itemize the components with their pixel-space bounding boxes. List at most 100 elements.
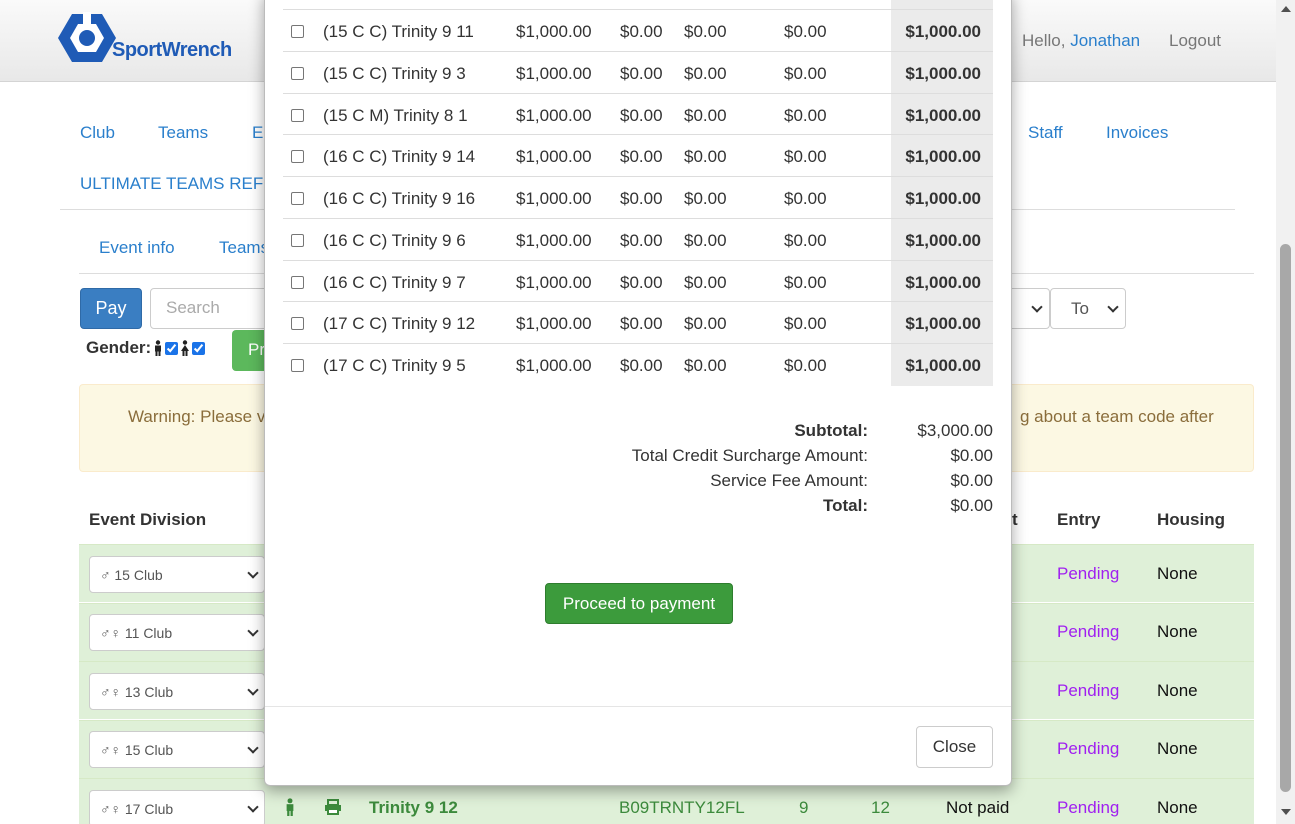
team-age: 9 <box>799 798 809 817</box>
amount-cell: $0.00 <box>784 272 827 292</box>
row-checkbox[interactable] <box>291 359 304 372</box>
amount-cell: $0.00 <box>684 189 727 208</box>
service-fee-label: Service Fee Amount: <box>710 471 868 490</box>
division-select[interactable]: ♂ 15 Club <box>89 556 265 593</box>
chevron-down-icon <box>1107 301 1119 313</box>
warning-text-right: g about a team code after <box>1020 407 1214 426</box>
amount-cell: $0.00 <box>684 63 727 83</box>
amount-cell: $0.00 <box>620 22 663 41</box>
division-value: ♂♀ 11 Club <box>100 624 173 641</box>
row-checkbox[interactable] <box>291 275 304 289</box>
entry-status-link[interactable]: Pending <box>1057 681 1119 701</box>
tab-teams[interactable]: Teams <box>219 238 269 258</box>
pay-button[interactable]: Pay <box>80 288 142 329</box>
amount-cell: $0.00 <box>784 22 827 41</box>
wrench-logo-icon <box>58 12 116 62</box>
col-event-division[interactable]: Event Division <box>89 510 206 530</box>
amount-cell: $0.00 <box>684 22 727 41</box>
male-icon <box>155 340 162 356</box>
total-value: $0.00 <box>950 496 993 515</box>
entry-fee: $1,000.00 <box>516 189 592 208</box>
male-checkbox[interactable] <box>165 341 179 355</box>
amount-cell: $0.00 <box>620 230 663 250</box>
entry-fee: $1,000.00 <box>516 105 592 125</box>
entry-status-link[interactable]: Pending <box>1057 798 1119 818</box>
col-partial: t <box>1012 510 1018 529</box>
nav-ultimate-teams[interactable]: ULTIMATE TEAMS REF <box>80 174 263 194</box>
payment-modal: (15 C C) Trinity 9 11 $1,000.00 $0.00 $0.00… <box>264 0 1012 786</box>
logout-link[interactable]: Logout <box>1169 31 1221 51</box>
division-select[interactable]: ♂♀ 11 Club <box>89 614 265 651</box>
entry-fee: $1,000.00 <box>516 63 592 83</box>
division-value: ♂♀ 17 Club <box>100 800 174 817</box>
subtotal-value: $3,000.00 <box>917 421 993 440</box>
table-row: (16 C C) Trinity 9 14 $1,000.00 $0.00 $0.00… <box>283 134 993 178</box>
row-total-cell: $1,000.00 <box>891 218 993 261</box>
gender-filter: Gender: <box>86 338 206 358</box>
division-value: ♂♀ 15 Club <box>100 741 174 758</box>
amount-cell: $0.00 <box>620 63 663 83</box>
scroll-down-icon[interactable] <box>1281 809 1291 815</box>
col-entry[interactable]: Entry <box>1057 510 1100 530</box>
division-select[interactable]: ♂♀ 13 Club <box>89 673 265 710</box>
team-name: (15 C M) Trinity 8 1 <box>323 105 468 125</box>
table-row: (15 C C) Trinity 9 3 $1,000.00 $0.00 $0.00 $… <box>283 50 993 94</box>
col-housing[interactable]: Housing <box>1157 510 1225 530</box>
female-checkbox[interactable] <box>192 341 206 355</box>
scrollbar-thumb[interactable] <box>1280 244 1291 792</box>
entry-status-link[interactable]: Pending <box>1057 564 1119 584</box>
row-checkbox[interactable] <box>291 25 304 38</box>
service-fee-value: $0.00 <box>950 471 993 490</box>
scroll-up-icon[interactable] <box>1281 6 1291 12</box>
row-total-cell: $1,000.00 <box>891 344 993 386</box>
to-select-value: To <box>1071 298 1089 318</box>
amount-cell: $0.00 <box>684 272 727 292</box>
row-checkbox[interactable] <box>291 317 304 331</box>
nav-invoices[interactable]: Invoices <box>1106 123 1168 143</box>
division-select[interactable]: ♂♀ 17 Club <box>89 790 265 824</box>
entry-status-link[interactable]: Pending <box>1057 622 1119 642</box>
row-total-cell: $1,000.00 <box>891 135 993 178</box>
division-select[interactable]: ♂♀ 15 Club <box>89 731 265 768</box>
amount-cell: $0.00 <box>684 230 727 250</box>
chevron-down-icon <box>247 801 259 813</box>
row-total-cell: $1,000.00 <box>891 177 993 219</box>
amount-cell: $0.00 <box>784 230 827 250</box>
row-checkbox[interactable] <box>291 233 304 247</box>
entry-status-link[interactable]: Pending <box>1057 739 1119 759</box>
table-row: (16 C C) Trinity 9 16 $1,000.00 $0.00 $0.00… <box>283 176 993 219</box>
chevron-down-icon <box>1031 301 1043 313</box>
nav-teams[interactable]: Teams <box>158 123 208 143</box>
row-checkbox[interactable] <box>291 108 304 122</box>
print-icon[interactable] <box>324 799 342 815</box>
team-name-link[interactable]: Trinity 9 12 <box>369 798 458 818</box>
entry-fee: $1,000.00 <box>516 22 592 41</box>
male-icon <box>286 798 294 816</box>
entry-fee: $1,000.00 <box>516 356 592 375</box>
team-name: (15 C C) Trinity 9 3 <box>323 63 466 83</box>
amount-cell: $0.00 <box>620 189 663 208</box>
modal-footer-divider <box>265 706 1011 707</box>
proceed-to-payment-button[interactable]: Proceed to payment <box>545 583 733 624</box>
nav-e-partial[interactable]: E <box>252 123 263 143</box>
tab-event-info[interactable]: Event info <box>99 238 175 258</box>
amount-cell: $0.00 <box>620 314 663 334</box>
amount-cell: $0.00 <box>784 147 827 167</box>
greeting-prefix: Hello, <box>1022 31 1071 50</box>
team-number: 12 <box>871 798 890 817</box>
sportwrench-logo[interactable]: SportWrench <box>58 12 232 64</box>
user-name-link[interactable]: Jonathan <box>1070 31 1140 50</box>
nav-staff[interactable]: Staff <box>1028 123 1063 143</box>
amount-cell: $0.00 <box>684 314 727 334</box>
table-row: (15 C C) Trinity 9 11 $1,000.00 $0.00 $0.00… <box>283 9 993 52</box>
to-select[interactable]: To <box>1050 288 1126 329</box>
row-checkbox[interactable] <box>291 150 304 164</box>
row-checkbox[interactable] <box>291 192 304 205</box>
close-button[interactable]: Close <box>916 726 993 768</box>
row-total-cell: $1,000.00 <box>891 51 993 94</box>
row-checkbox[interactable] <box>291 66 304 80</box>
nav-club[interactable]: Club <box>80 123 115 143</box>
amount-cell: $0.00 <box>620 147 663 167</box>
table-row: (17 C C) Trinity 9 12 $1,000.00 $0.00 $0.00… <box>283 301 993 345</box>
amount-cell: $0.00 <box>684 147 727 167</box>
